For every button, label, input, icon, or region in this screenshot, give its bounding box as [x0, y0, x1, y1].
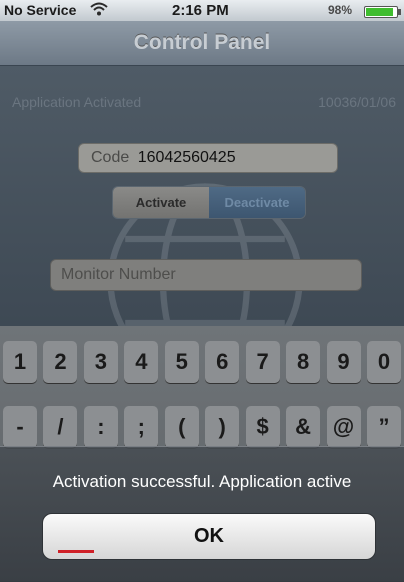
key[interactable]: 0 — [366, 341, 401, 383]
activation-date-text: 10036/01/06 — [318, 94, 396, 110]
key[interactable]: $ — [245, 406, 280, 448]
battery-fill — [366, 8, 393, 16]
key[interactable]: 9 — [326, 341, 361, 383]
clock: 2:16 PM — [172, 2, 229, 19]
deactivate-button[interactable]: Deactivate — [209, 187, 305, 218]
key[interactable]: & — [286, 406, 321, 448]
activation-info-row: Application Activated 10036/01/06 — [0, 92, 404, 112]
ok-button[interactable]: OK — [42, 513, 376, 560]
activation-alert: Activation successful. Application activ… — [0, 446, 404, 582]
key[interactable]: 6 — [205, 341, 240, 383]
monitor-number-input[interactable]: Monitor Number — [50, 259, 362, 291]
battery-percent: 98% — [328, 3, 353, 17]
activation-status-text: Application Activated — [12, 94, 142, 110]
alert-message: Activation successful. Application activ… — [52, 472, 352, 491]
key[interactable]: ) — [205, 406, 240, 448]
navigation-bar: Control Panel — [0, 21, 404, 66]
key[interactable]: ; — [124, 406, 159, 448]
key[interactable]: 3 — [83, 341, 118, 383]
key[interactable]: : — [83, 406, 118, 448]
key[interactable]: 8 — [286, 341, 321, 383]
red-underline-mark — [58, 550, 94, 553]
battery-icon — [364, 6, 401, 18]
key[interactable]: 7 — [245, 341, 280, 383]
keyboard-row-digits: 1 2 3 4 5 6 7 8 9 0 — [3, 341, 401, 383]
key[interactable]: @ — [326, 406, 361, 448]
activate-button[interactable]: Activate — [113, 187, 209, 218]
carrier-label: No Service — [4, 2, 77, 18]
keyboard-row-symbols: - / : ; ( ) $ & @ ” — [3, 406, 401, 448]
key[interactable]: / — [43, 406, 78, 448]
ok-button-label: OK — [194, 525, 224, 547]
control-panel-content: Application Activated 10036/01/06 Code 1… — [0, 66, 404, 379]
activation-segmented-control: Activate Deactivate — [112, 186, 306, 219]
key[interactable]: - — [3, 406, 37, 448]
wifi-icon — [90, 1, 108, 21]
key[interactable]: 4 — [124, 341, 159, 383]
status-bar: No Service 2:16 PM 98% — [0, 0, 404, 21]
key[interactable]: 5 — [164, 341, 199, 383]
key[interactable]: 2 — [43, 341, 78, 383]
key[interactable]: 1 — [3, 341, 37, 383]
key[interactable]: ( — [164, 406, 199, 448]
code-field[interactable]: Code 16042560425 — [78, 143, 338, 173]
page-title: Control Panel — [133, 31, 271, 54]
code-label: Code — [91, 149, 130, 166]
code-value: 16042560425 — [137, 149, 236, 166]
key[interactable]: ” — [366, 406, 401, 448]
